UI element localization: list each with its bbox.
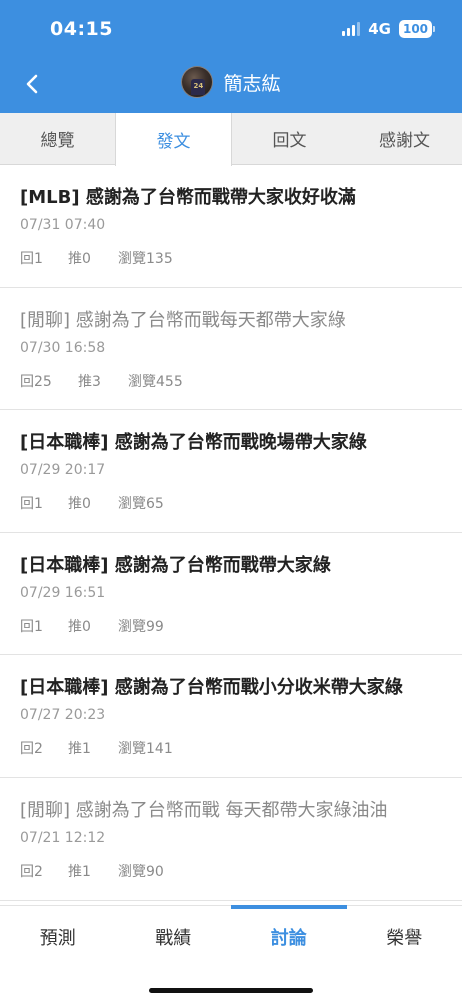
post-stats: 回1 推0 瀏覽135 (20, 248, 173, 268)
list-item[interactable]: [MLB] 感謝為了台幣而戰帶大家收好收滿 07/31 07:40 回1 推0 … (0, 165, 462, 288)
view-count: 瀏覽135 (118, 251, 173, 267)
tab-replies[interactable]: 回文 (232, 113, 347, 164)
top-bar: 04:15 4G 100 24 簡志紘 (0, 0, 462, 113)
post-title: [日本職棒] 感謝為了台幣而戰晚場帶大家綠 (20, 432, 367, 454)
view-count: 瀏覽455 (128, 373, 183, 390)
bottom-nav: 預測 戰績 討論 榮譽 (0, 905, 462, 1000)
view-count: 瀏覽99 (118, 618, 164, 635)
post-list: [MLB] 感謝為了台幣而戰帶大家收好收滿 07/31 07:40 回1 推0 … (0, 165, 462, 901)
post-stats: 回2 推1 瀏覽141 (20, 738, 173, 758)
view-count: 瀏覽141 (118, 741, 173, 758)
reply-count: 回1 (20, 496, 43, 513)
post-date: 07/27 20:23 (20, 707, 106, 724)
post-title: [MLB] 感謝為了台幣而戰帶大家收好收滿 (20, 187, 356, 208)
status-indicators: 4G 100 (342, 20, 435, 38)
post-date: 07/31 07:40 (20, 217, 106, 233)
avatar-jersey-number: 24 (193, 82, 204, 90)
post-title: [日本職棒] 感謝為了台幣而戰帶大家綠 (20, 554, 331, 576)
reply-count: 回2 (20, 741, 43, 758)
post-date: 07/29 16:51 (20, 584, 106, 601)
list-item[interactable]: [閒聊] 感謝為了台幣而戰每天都帶大家綠 07/30 16:58 回25 推3 … (0, 288, 462, 411)
view-count: 瀏覽65 (118, 496, 164, 513)
push-count: 推0 (68, 618, 91, 635)
push-count: 推1 (68, 741, 91, 758)
signal-icon (342, 22, 361, 36)
reply-count: 回1 (20, 618, 43, 635)
view-count: 瀏覽90 (118, 863, 164, 880)
post-title: [閒聊] 感謝為了台幣而戰 每天都帶大家綠油油 (20, 799, 388, 821)
reply-count: 回25 (20, 373, 52, 390)
list-item[interactable]: [日本職棒] 感謝為了台幣而戰帶大家綠 07/29 16:51 回1 推0 瀏覽… (0, 533, 462, 656)
status-time: 04:15 (50, 18, 113, 40)
reply-count: 回1 (20, 251, 43, 267)
network-type: 4G (368, 20, 391, 38)
push-count: 推0 (68, 251, 91, 267)
post-title: [日本職棒] 感謝為了台幣而戰小分收米帶大家綠 (20, 677, 403, 699)
post-date: 07/29 20:17 (20, 462, 106, 479)
battery-level: 100 (402, 22, 429, 36)
profile-tabs: 總覽 發文 回文 感謝文 (0, 113, 462, 166)
tab-overview[interactable]: 總覽 (0, 113, 115, 164)
nav-record[interactable]: 戰績 (116, 906, 232, 968)
home-indicator[interactable] (149, 988, 313, 993)
list-item[interactable]: [閒聊] 感謝為了台幣而戰 每天都帶大家綠油油 07/21 12:12 回2 推… (0, 778, 462, 901)
post-title: [閒聊] 感謝為了台幣而戰每天都帶大家綠 (20, 309, 346, 331)
reply-count: 回2 (20, 863, 43, 880)
profile-title: 24 簡志紘 (0, 66, 462, 98)
post-stats: 回25 推3 瀏覽455 (20, 371, 183, 391)
nav-discussion[interactable]: 討論 (231, 905, 347, 968)
nav-predictions[interactable]: 預測 (0, 906, 116, 968)
push-count: 推3 (78, 373, 101, 390)
avatar[interactable]: 24 (181, 66, 214, 98)
push-count: 推0 (68, 496, 91, 513)
tab-posts[interactable]: 發文 (115, 113, 232, 166)
push-count: 推1 (68, 863, 91, 880)
post-stats: 回1 推0 瀏覽99 (20, 616, 164, 636)
nav-honors[interactable]: 榮譽 (347, 906, 462, 968)
post-date: 07/21 12:12 (20, 829, 106, 846)
post-date: 07/30 16:58 (20, 339, 106, 356)
list-item[interactable]: [日本職棒] 感謝為了台幣而戰小分收米帶大家綠 07/27 20:23 回2 推… (0, 655, 462, 778)
battery-icon: 100 (399, 20, 435, 38)
tab-thanks[interactable]: 感謝文 (347, 113, 462, 164)
list-item[interactable]: [日本職棒] 感謝為了台幣而戰晚場帶大家綠 07/29 20:17 回1 推0 … (0, 410, 462, 533)
page-title: 簡志紘 (223, 72, 281, 95)
post-stats: 回2 推1 瀏覽90 (20, 861, 164, 881)
post-stats: 回1 推0 瀏覽65 (20, 493, 164, 513)
